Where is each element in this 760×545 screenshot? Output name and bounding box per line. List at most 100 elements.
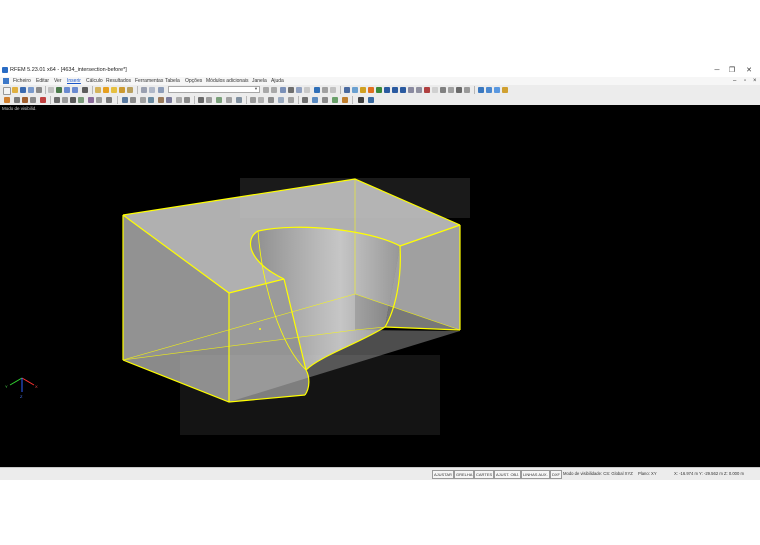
view-z-icon[interactable] xyxy=(400,87,406,93)
save-icon[interactable] xyxy=(20,87,26,93)
support-icon[interactable] xyxy=(40,97,46,103)
help-icon[interactable] xyxy=(478,87,484,93)
cursor-icon[interactable] xyxy=(82,87,88,93)
solid-view-icon[interactable] xyxy=(322,97,328,103)
filter-icon[interactable] xyxy=(140,97,146,103)
save-as-icon[interactable] xyxy=(28,87,34,93)
view-y-icon[interactable] xyxy=(392,87,398,93)
extremes-icon[interactable] xyxy=(268,97,274,103)
calculate-icon[interactable] xyxy=(103,87,109,93)
table-settings-icon[interactable] xyxy=(149,87,155,93)
mesh-icon[interactable] xyxy=(184,97,190,103)
model-check-icon[interactable] xyxy=(176,97,182,103)
section-icon[interactable] xyxy=(440,87,446,93)
print-icon[interactable] xyxy=(36,87,42,93)
dxf-toggle-button[interactable]: DXF xyxy=(550,470,562,479)
info-icon[interactable] xyxy=(486,87,492,93)
object-snap-toggle-button[interactable]: AJUST. OBJ. xyxy=(494,470,522,479)
numbering-icon[interactable] xyxy=(148,97,154,103)
menu-item-inserir[interactable]: Inserir xyxy=(67,77,81,85)
menu-item-janela[interactable]: Janela xyxy=(252,77,267,85)
cartes-toggle-button[interactable]: CARTES xyxy=(474,470,495,479)
report-icon[interactable] xyxy=(56,87,62,93)
guide-lines-toggle-button[interactable]: LINHAS AUX. xyxy=(521,470,550,479)
previous-icon[interactable] xyxy=(263,87,269,93)
dimension-icon[interactable] xyxy=(70,97,76,103)
opening-icon[interactable] xyxy=(62,97,68,103)
close-button[interactable]: ✕ xyxy=(743,66,755,75)
restore-button[interactable]: ❐ xyxy=(726,66,738,75)
isolines-icon[interactable] xyxy=(288,97,294,103)
menu-item-modulos-adicionais[interactable]: Módulos adicionais xyxy=(206,77,249,85)
snap-icon[interactable] xyxy=(106,97,112,103)
undo-icon[interactable] xyxy=(64,87,70,93)
snap-toggle-button[interactable]: AJUSTAR xyxy=(432,470,454,479)
line-icon[interactable] xyxy=(22,97,28,103)
zoom-window-icon[interactable] xyxy=(416,87,422,93)
support-reactions-icon[interactable] xyxy=(332,97,338,103)
legend-icon[interactable] xyxy=(258,97,264,103)
next-icon[interactable] xyxy=(271,87,277,93)
navigator-icon[interactable] xyxy=(158,87,164,93)
surface-view-icon[interactable] xyxy=(312,97,318,103)
menu-item-tabela[interactable]: Tabela xyxy=(165,77,180,85)
smooth-icon[interactable] xyxy=(278,97,284,103)
graphics-viewport[interactable]: Modo de visibilid. X Y Z xyxy=(0,105,760,467)
edit-pencil-icon[interactable] xyxy=(95,87,101,93)
menu-item-calculo[interactable]: Cálculo xyxy=(86,77,103,85)
menu-item-editar[interactable]: Editar xyxy=(36,77,49,85)
options-icon[interactable] xyxy=(494,87,500,93)
section-cut-icon[interactable] xyxy=(198,97,204,103)
grid-toggle-button[interactable]: GRELHA xyxy=(454,470,475,479)
comment-icon[interactable] xyxy=(78,97,84,103)
arc-icon[interactable] xyxy=(30,97,36,103)
settings-icon[interactable] xyxy=(502,87,508,93)
menu-item-ferramentas[interactable]: Ferramentas xyxy=(135,77,163,85)
imperfection-icon[interactable] xyxy=(166,97,172,103)
pointer-icon[interactable] xyxy=(4,97,10,103)
document-menu-icon[interactable] xyxy=(3,78,9,84)
menu-item-ver[interactable]: Ver xyxy=(54,77,62,85)
visibility-icon[interactable] xyxy=(456,87,462,93)
move-icon[interactable] xyxy=(288,87,294,93)
results-icon[interactable] xyxy=(111,87,117,93)
load-cases-icon[interactable] xyxy=(119,87,125,93)
copy-icon[interactable] xyxy=(304,87,310,93)
panel-icon[interactable] xyxy=(250,97,256,103)
load-case-select[interactable]: ▼ xyxy=(168,86,260,93)
ucs-icon[interactable] xyxy=(122,97,128,103)
zoom-all-icon[interactable] xyxy=(408,87,414,93)
light-icon[interactable] xyxy=(360,87,366,93)
menu-item-resultados[interactable]: Resultados xyxy=(106,77,131,85)
animation-icon[interactable] xyxy=(236,97,242,103)
grid-icon[interactable] xyxy=(96,97,102,103)
result-values-icon[interactable] xyxy=(206,97,212,103)
solid-icon[interactable] xyxy=(322,87,328,93)
loads-icon[interactable] xyxy=(158,97,164,103)
color-scale-icon[interactable] xyxy=(368,87,374,93)
menu-item-ajuda[interactable]: Ajuda xyxy=(271,77,284,85)
guide-line-icon[interactable] xyxy=(88,97,94,103)
measure-icon[interactable] xyxy=(464,87,470,93)
mdi-minimize-icon[interactable]: – xyxy=(733,77,736,85)
rotate-icon[interactable] xyxy=(296,87,302,93)
stress-icon[interactable] xyxy=(342,97,348,103)
print-graphic-icon[interactable] xyxy=(48,87,54,93)
minimize-button[interactable]: ─ xyxy=(711,66,723,75)
open-folder-icon[interactable] xyxy=(12,87,18,93)
display-icon[interactable] xyxy=(344,87,350,93)
deformation-icon[interactable] xyxy=(216,97,222,103)
hinge-icon[interactable] xyxy=(54,97,60,103)
diagram-icon[interactable] xyxy=(226,97,232,103)
node-icon[interactable] xyxy=(14,97,20,103)
clipping-icon[interactable] xyxy=(448,87,454,93)
member-icon[interactable] xyxy=(314,87,320,93)
mdi-restore-icon[interactable]: ▫ xyxy=(744,77,746,85)
member-view-icon[interactable] xyxy=(302,97,308,103)
menu-item-opcoes[interactable]: Opções xyxy=(185,77,202,85)
surface-icon[interactable] xyxy=(330,87,336,93)
redo-icon[interactable] xyxy=(72,87,78,93)
wireframe-icon[interactable] xyxy=(432,87,438,93)
perspective-icon[interactable] xyxy=(368,97,374,103)
layers-icon[interactable] xyxy=(130,97,136,103)
